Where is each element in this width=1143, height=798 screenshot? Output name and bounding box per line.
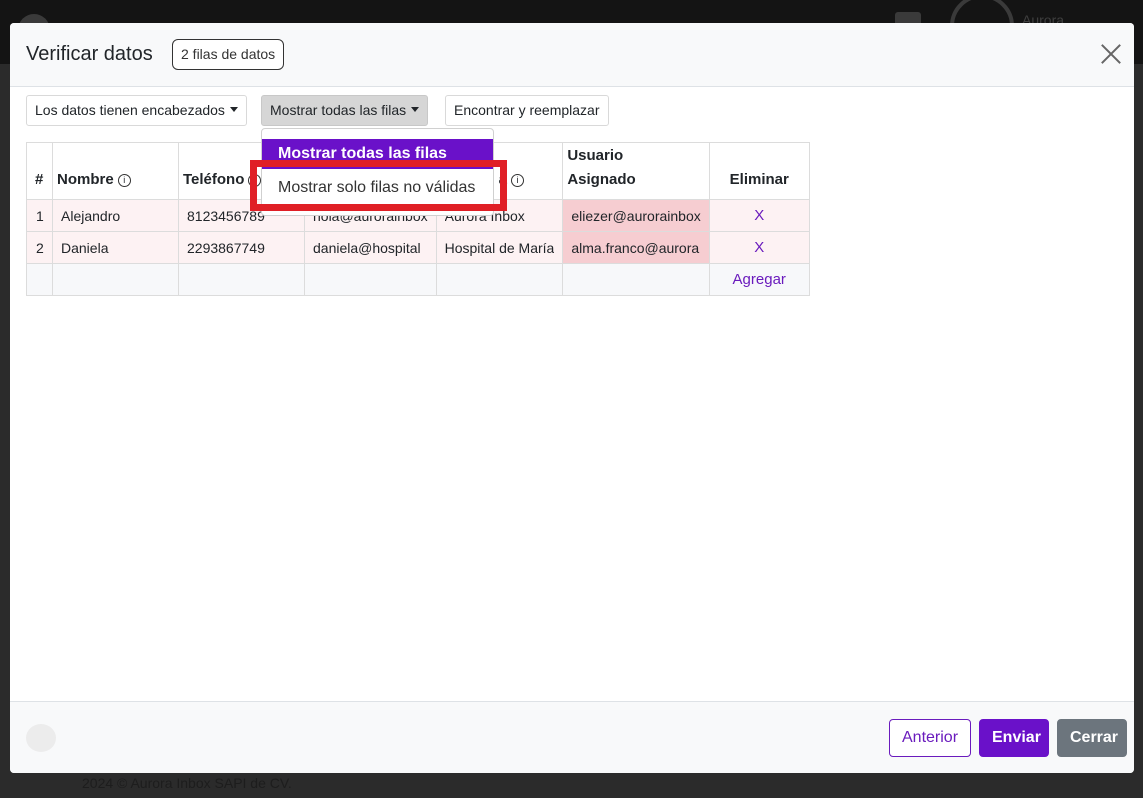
column-header-delete: Eliminar bbox=[708, 142, 810, 200]
filter-dropdown-button[interactable]: Mostrar todas las filas bbox=[261, 95, 429, 126]
previous-button[interactable]: Anterior bbox=[889, 719, 971, 757]
table-row: 2 Daniela 2293867749 daniela@hospital Ho… bbox=[26, 231, 810, 264]
chat-icon[interactable] bbox=[26, 724, 56, 752]
cell-assigned-user[interactable]: eliezer@aurorainbox bbox=[562, 199, 710, 232]
row-count-badge: 2 filas de datos bbox=[172, 39, 285, 70]
add-row-button[interactable]: Agregar bbox=[708, 263, 810, 296]
row-index: 2 bbox=[26, 231, 53, 264]
cell-assigned-user[interactable]: alma.franco@aurora bbox=[562, 231, 710, 264]
modal-header: Verificar datos 2 filas de datos bbox=[10, 23, 1134, 87]
empty-cell bbox=[178, 263, 305, 296]
headers-dropdown-label: Los datos tienen encabezados bbox=[35, 102, 225, 118]
background-footer: 2024 © Aurora Inbox SAPI de CV. bbox=[82, 775, 292, 791]
verify-data-modal: Verificar datos 2 filas de datos Los dat… bbox=[10, 23, 1134, 773]
info-icon[interactable]: i bbox=[510, 174, 524, 187]
caret-down-icon bbox=[229, 107, 238, 112]
cell-phone[interactable]: 2293867749 bbox=[178, 231, 305, 264]
find-replace-button[interactable]: Encontrar y reemplazar bbox=[445, 95, 609, 126]
empty-cell bbox=[52, 263, 179, 296]
close-button[interactable]: Cerrar bbox=[1057, 719, 1127, 757]
close-icon[interactable] bbox=[1100, 43, 1122, 65]
filter-dropdown-label: Mostrar todas las filas bbox=[270, 102, 407, 118]
cell-email[interactable]: daniela@hospital bbox=[304, 231, 437, 264]
cell-name[interactable]: Daniela bbox=[52, 231, 179, 264]
modal-title: Verificar datos bbox=[26, 43, 153, 65]
add-row: Agregar bbox=[26, 263, 810, 296]
modal-footer: Anterior Enviar Cerrar bbox=[10, 701, 1134, 773]
cell-name[interactable]: Alejandro bbox=[52, 199, 179, 232]
delete-row-button[interactable]: X bbox=[708, 231, 810, 264]
column-header-index: # bbox=[26, 142, 53, 200]
headers-dropdown-button[interactable]: Los datos tienen encabezados bbox=[26, 95, 247, 126]
send-button[interactable]: Enviar bbox=[979, 719, 1049, 757]
delete-row-button[interactable]: X bbox=[708, 199, 810, 232]
info-icon[interactable]: i bbox=[117, 174, 131, 187]
column-header-assigned-user: Usuario Asignado bbox=[562, 142, 710, 200]
cell-company[interactable]: Hospital de María bbox=[435, 231, 564, 264]
highlight-annotation bbox=[250, 160, 507, 211]
column-header-name: Nombre i bbox=[52, 142, 179, 200]
empty-cell bbox=[26, 263, 53, 296]
empty-cell bbox=[304, 263, 437, 296]
empty-cell bbox=[562, 263, 710, 296]
caret-down-icon bbox=[411, 107, 420, 112]
row-index: 1 bbox=[26, 199, 53, 232]
empty-cell bbox=[435, 263, 564, 296]
